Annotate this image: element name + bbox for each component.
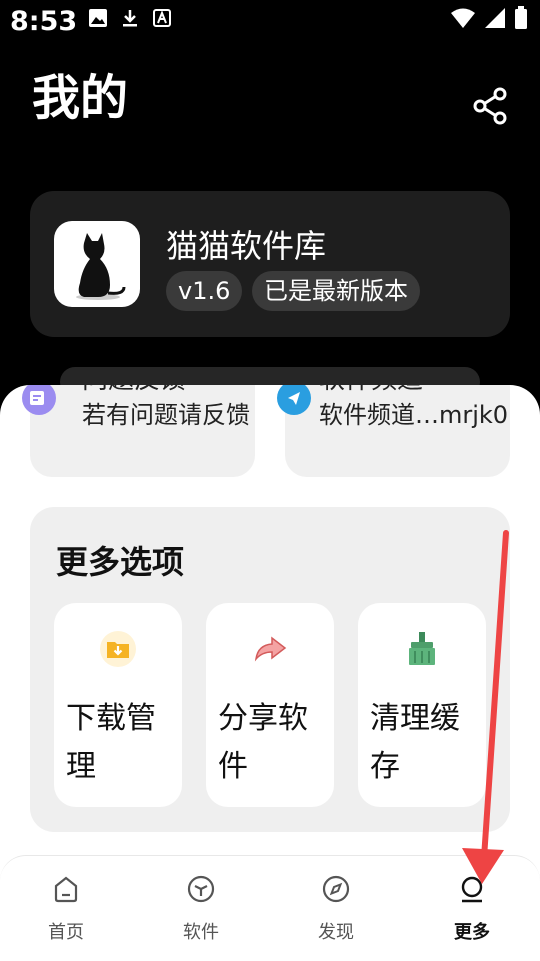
compass-icon — [322, 875, 350, 903]
app-info-card[interactable]: 猫猫软件库 v1.6 已是最新版本 — [30, 191, 510, 337]
page-title: 我的 — [32, 70, 129, 126]
download-icon — [123, 10, 137, 27]
clear-cache-button[interactable]: 清理缓存 — [358, 603, 486, 807]
channel-subtitle: 软件频道…mrjk0 — [319, 401, 509, 429]
download-manager-label: 下载管理 — [66, 701, 156, 784]
version-badge: v1.6 — [166, 271, 243, 311]
nav-item-more[interactable]: 更多 — [432, 874, 512, 944]
status-notifications — [88, 8, 172, 28]
feedback-card[interactable]: 问题反馈 若有问题请反馈 — [22, 385, 255, 477]
nav-label-software: 软件 — [183, 922, 219, 943]
bottom-nav: 首页 软件 发现 更多 — [0, 855, 540, 961]
update-status-badge[interactable]: 已是最新版本 — [252, 271, 420, 311]
cube-icon — [187, 875, 215, 903]
feedback-subtitle: 若有问题请反馈 — [82, 401, 250, 429]
share-arrow-icon — [254, 636, 287, 662]
nav-item-discover[interactable]: 发现 — [296, 874, 376, 944]
download-folder-icon — [100, 631, 136, 667]
app-logo — [54, 221, 140, 307]
nav-item-home[interactable]: 首页 — [26, 874, 106, 944]
wifi-icon — [451, 8, 475, 28]
share-app-label: 分享软件 — [218, 701, 308, 784]
status-system-icons — [450, 6, 528, 30]
nav-item-software[interactable]: 软件 — [161, 874, 241, 944]
feedback-icon — [22, 385, 56, 415]
text-a-icon — [153, 9, 171, 27]
more-options-title: 更多选项 — [56, 543, 185, 581]
channel-icon — [277, 385, 311, 415]
nav-label-discover: 发现 — [318, 922, 354, 943]
battery-icon — [515, 6, 527, 29]
home-icon — [54, 876, 78, 903]
nav-label-home: 首页 — [48, 922, 84, 943]
more-options-section: 更多选项 下载管理 分享软件 清理缓存 — [30, 507, 510, 832]
download-manager-button[interactable]: 下载管理 — [54, 603, 182, 807]
signal-icon — [485, 8, 505, 28]
share-icon[interactable] — [472, 86, 512, 126]
status-time: 8:53 — [10, 6, 78, 37]
channel-card[interactable]: 软件频道 软件频道…mrjk0 — [277, 385, 510, 477]
clear-cache-label: 清理缓存 — [370, 701, 460, 784]
cat-logo-icon — [76, 233, 126, 300]
app-name: 猫猫软件库 — [166, 227, 327, 265]
broom-icon — [409, 632, 435, 665]
profile-icon — [461, 876, 483, 903]
nav-label-more: 更多 — [454, 922, 490, 943]
share-app-button[interactable]: 分享软件 — [206, 603, 334, 807]
image-icon — [89, 9, 107, 27]
